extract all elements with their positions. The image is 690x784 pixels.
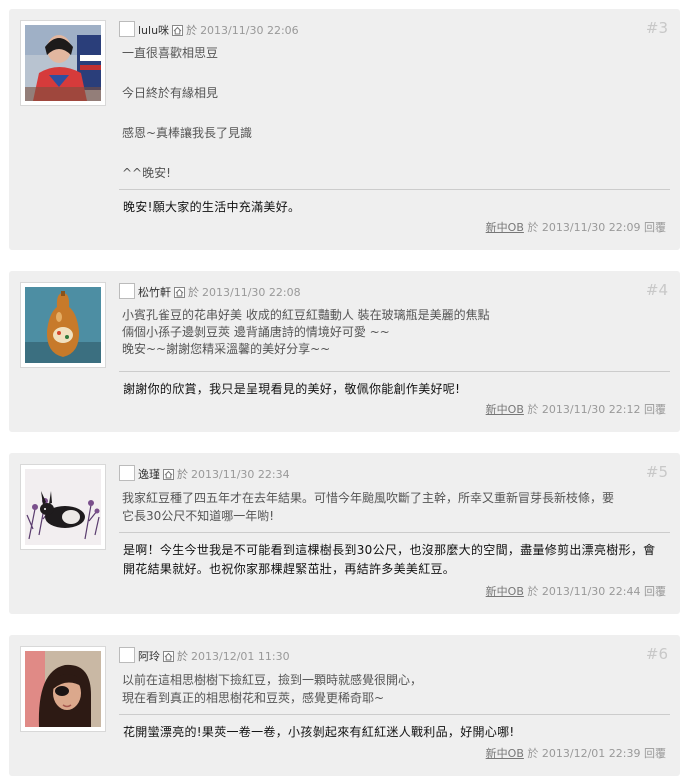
reply-link[interactable]: 回覆 bbox=[644, 403, 666, 416]
comment-line: 感恩~真棒讓我長了見識 bbox=[122, 126, 253, 140]
replier-name[interactable]: 新中OB bbox=[486, 403, 524, 416]
comment-line: 晚安~~謝謝您精采溫馨的美好分享~~ bbox=[122, 342, 331, 356]
select-checkbox[interactable] bbox=[119, 283, 135, 299]
comment-line: 小賓孔雀豆的花串好美 收成的紅豆紅豔動人 裝在玻璃瓶是美麗的焦點 bbox=[122, 308, 490, 322]
author-name[interactable]: lulu咪 bbox=[138, 24, 169, 37]
avatar-image bbox=[25, 469, 101, 545]
select-checkbox[interactable] bbox=[119, 21, 135, 37]
owner-reply: 晚安!願大家的生活中充滿美好。 bbox=[119, 189, 670, 217]
owner-reply: 是啊！今生今世我是不可能看到這棵樹長到30公尺，也沒那麼大的空間，盡量修剪出漂亮… bbox=[119, 532, 670, 579]
comment-number: #6 bbox=[645, 645, 668, 663]
reply-link[interactable]: 回覆 bbox=[644, 221, 666, 234]
comment-line: 一直很喜歡相思豆 bbox=[122, 46, 219, 60]
reply-link[interactable]: 回覆 bbox=[644, 747, 666, 760]
replier-name[interactable]: 新中OB bbox=[486, 747, 524, 760]
reply-datetime: 2013/12/01 22:39 bbox=[541, 747, 641, 760]
avatar[interactable] bbox=[20, 282, 106, 368]
on-label: 於 bbox=[527, 221, 539, 234]
comment-body: 一直很喜歡相思豆 今日終於有緣相見 感恩~真棒讓我長了見識 ^^晚安! bbox=[122, 45, 660, 181]
owner-reply: 謝謝你的欣賞，我只是呈現看見的美好，敬佩你能創作美好呢! bbox=[119, 371, 670, 399]
select-checkbox[interactable] bbox=[119, 465, 135, 481]
comment-body: 以前在這相思樹樹下撿紅豆，撿到一顆時就感覺很開心， 現在看到真正的相思樹花和豆莢… bbox=[122, 671, 660, 707]
comment-body: 我家紅豆種了四五年才在去年結果。可惜今年颱風吹斷了主幹，所幸又重新冒芽長新枝條，… bbox=[122, 489, 660, 525]
avatar[interactable] bbox=[20, 20, 106, 106]
comment-line: 倆個小孫子邊剝豆莢 邊背誦唐詩的情境好可愛 ~~ bbox=[122, 325, 390, 339]
author-name[interactable]: 阿玲 bbox=[138, 650, 160, 663]
comment-body: 小賓孔雀豆的花串好美 收成的紅豆紅豔動人 裝在玻璃瓶是美麗的焦點 倆個小孫子邊剝… bbox=[122, 307, 660, 358]
on-label: 於 bbox=[527, 585, 539, 598]
comment-number: #5 bbox=[645, 463, 668, 481]
home-icon[interactable] bbox=[163, 651, 174, 662]
avatar-image bbox=[25, 25, 101, 101]
avatar-image bbox=[25, 287, 101, 363]
comment-meta: 阿玲 於 2013/12/01 11:30 #6 bbox=[119, 645, 670, 665]
owner-reply: 花開蠻漂亮的!果莢一卷一卷，小孩剝起來有紅紅迷人戰利品，好開心哪! bbox=[119, 714, 670, 742]
comment-line: 它長30公尺不知道哪一年喲! bbox=[122, 509, 275, 523]
reply-meta: 新中OB 於 2013/11/30 22:12 回覆 bbox=[486, 401, 666, 417]
comment-line: 我家紅豆種了四五年才在去年結果。可惜今年颱風吹斷了主幹，所幸又重新冒芽長新枝條，… bbox=[122, 491, 615, 505]
comment-meta: 逸瑾 於 2013/11/30 22:34 #5 bbox=[119, 463, 670, 483]
avatar[interactable] bbox=[20, 646, 106, 732]
home-icon[interactable] bbox=[172, 25, 184, 36]
comment-datetime: 2013/11/30 22:06 bbox=[200, 24, 299, 37]
reply-datetime: 2013/11/30 22:12 bbox=[541, 403, 641, 416]
replier-name[interactable]: 新中OB bbox=[486, 585, 524, 598]
comment-card: 逸瑾於 2013/11/30 22:34 #5 我家紅豆種了四五年才在去年結果。可… bbox=[9, 453, 680, 614]
comment-datetime: 2013/12/01 11:30 bbox=[191, 650, 290, 663]
comment-card: lulu咪於 2013/11/30 22:06 #3 一直很喜歡相思豆 今日終於有… bbox=[9, 9, 680, 250]
avatar-image bbox=[25, 651, 101, 727]
reply-link[interactable]: 回覆 bbox=[644, 585, 666, 598]
avatar[interactable] bbox=[20, 464, 106, 550]
on-label: 於 bbox=[527, 747, 539, 760]
reply-datetime: 2013/11/30 22:09 bbox=[541, 221, 641, 234]
home-icon[interactable] bbox=[174, 287, 185, 298]
comment-datetime: 2013/11/30 22:34 bbox=[191, 468, 290, 481]
select-checkbox[interactable] bbox=[119, 647, 135, 663]
reply-meta: 新中OB 於 2013/11/30 22:44 回覆 bbox=[486, 583, 666, 599]
home-icon[interactable] bbox=[163, 469, 174, 480]
comment-line: 現在看到真正的相思樹花和豆莢，感覺更稀奇耶~ bbox=[122, 691, 385, 705]
comment-meta: lulu咪 於 2013/11/30 22:06 #3 bbox=[119, 19, 670, 39]
comment-card: 阿玲於 2013/12/01 11:30 #6 以前在這相思樹樹下撿紅豆，撿到一顆… bbox=[9, 635, 680, 776]
reply-meta: 新中OB 於 2013/12/01 22:39 回覆 bbox=[486, 745, 666, 761]
comment-number: #3 bbox=[645, 19, 668, 37]
replier-name[interactable]: 新中OB bbox=[486, 221, 524, 234]
on-label: 於 bbox=[527, 403, 539, 416]
reply-meta: 新中OB 於 2013/11/30 22:09 回覆 bbox=[486, 219, 666, 235]
author-name[interactable]: 逸瑾 bbox=[138, 468, 160, 481]
author-name[interactable]: 松竹軒 bbox=[138, 286, 171, 299]
comment-meta: 松竹軒 於 2013/11/30 22:08 #4 bbox=[119, 281, 670, 301]
on-label: 於 bbox=[188, 286, 199, 299]
on-label: 於 bbox=[186, 24, 198, 37]
comment-line: ^^晚安! bbox=[122, 166, 171, 180]
comment-number: #4 bbox=[645, 281, 668, 299]
reply-datetime: 2013/11/30 22:44 bbox=[541, 585, 641, 598]
comment-line: 今日終於有緣相見 bbox=[122, 86, 219, 100]
on-label: 於 bbox=[177, 650, 188, 663]
comment-line: 以前在這相思樹樹下撿紅豆，撿到一顆時就感覺很開心， bbox=[122, 673, 423, 687]
on-label: 於 bbox=[177, 468, 188, 481]
comment-card: 松竹軒於 2013/11/30 22:08 #4 小賓孔雀豆的花串好美 收成的紅豆… bbox=[9, 271, 680, 432]
comment-datetime: 2013/11/30 22:08 bbox=[202, 286, 301, 299]
